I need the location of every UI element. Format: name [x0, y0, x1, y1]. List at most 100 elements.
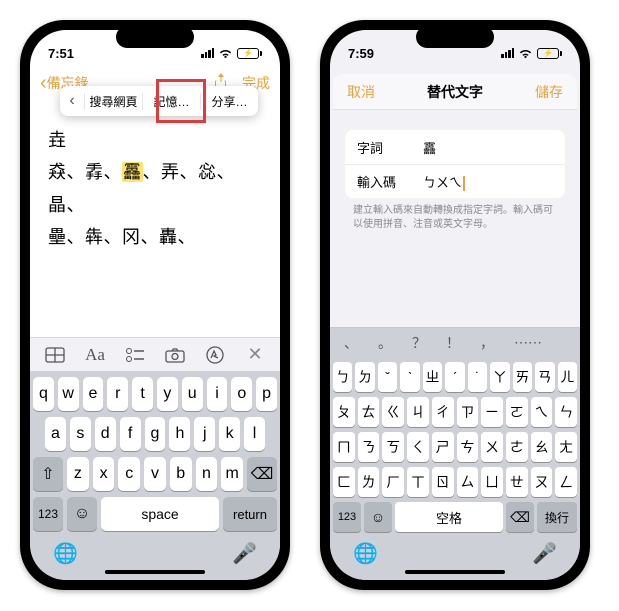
key-backspace[interactable]: ⌫: [506, 502, 534, 532]
key-f[interactable]: f: [120, 417, 141, 451]
globe-icon[interactable]: 🌐: [53, 541, 78, 566]
key-d[interactable]: d: [95, 417, 116, 451]
key-k[interactable]: k: [219, 417, 240, 451]
key-q[interactable]: q: [33, 377, 54, 411]
key-s[interactable]: s: [70, 417, 91, 451]
candidate-2[interactable]: ？: [412, 333, 426, 353]
zkey[interactable]: ㄍ: [382, 397, 404, 427]
key-r[interactable]: r: [107, 377, 128, 411]
key-backspace[interactable]: ⌫: [247, 457, 277, 491]
markup-icon[interactable]: [200, 345, 230, 365]
key-return[interactable]: return: [223, 497, 277, 531]
text-format-button[interactable]: Aa: [80, 345, 110, 365]
key-m[interactable]: m: [221, 457, 243, 491]
key-n[interactable]: n: [196, 457, 218, 491]
key-l[interactable]: l: [244, 417, 265, 451]
zkey[interactable]: ㄖ: [432, 467, 454, 497]
key-b[interactable]: b: [170, 457, 192, 491]
zkey[interactable]: ㄗ: [457, 397, 479, 427]
zkey[interactable]: ˙: [468, 362, 487, 392]
context-share[interactable]: 分享…: [200, 93, 258, 110]
zkey[interactable]: ㄆ: [333, 397, 355, 427]
zkey[interactable]: ㄟ: [531, 397, 553, 427]
zkey[interactable]: ㄓ: [423, 362, 442, 392]
key-123[interactable]: 123: [333, 502, 361, 532]
table-icon[interactable]: [40, 345, 70, 365]
key-h[interactable]: h: [169, 417, 190, 451]
zkey[interactable]: ㄨ: [481, 432, 503, 462]
candidate-4[interactable]: ，: [480, 333, 494, 353]
zkey[interactable]: ㄤ: [555, 432, 577, 462]
zkey[interactable]: ㄔ: [432, 397, 454, 427]
candidate-0[interactable]: 、: [344, 333, 358, 353]
zkey[interactable]: ㄡ: [531, 467, 553, 497]
zkey[interactable]: ㄐ: [407, 397, 429, 427]
zkey[interactable]: ㄧ: [481, 397, 503, 427]
key-c[interactable]: c: [118, 457, 140, 491]
key-p[interactable]: p: [256, 377, 277, 411]
zkey[interactable]: ˇ: [378, 362, 397, 392]
key-e[interactable]: e: [83, 377, 104, 411]
zkey[interactable]: ㄑ: [407, 432, 429, 462]
zkey[interactable]: ㄎ: [382, 432, 404, 462]
zkey[interactable]: ㄢ: [535, 362, 554, 392]
zkey[interactable]: ˋ: [400, 362, 419, 392]
zkey[interactable]: ㄇ: [333, 432, 355, 462]
zkey[interactable]: ㄙ: [457, 467, 479, 497]
context-back[interactable]: ‹: [60, 92, 84, 110]
key-y[interactable]: y: [157, 377, 178, 411]
key-o[interactable]: o: [231, 377, 252, 411]
zkey[interactable]: ㄣ: [555, 397, 577, 427]
zkey[interactable]: ㄥ: [555, 467, 577, 497]
zkey[interactable]: ㄦ: [558, 362, 577, 392]
key-j[interactable]: j: [194, 417, 215, 451]
home-indicator[interactable]: [405, 570, 505, 574]
zkey[interactable]: ㄛ: [506, 397, 528, 427]
zkey[interactable]: ㄅ: [333, 362, 352, 392]
key-u[interactable]: u: [182, 377, 203, 411]
mic-icon[interactable]: 🎤: [532, 541, 557, 566]
key-w[interactable]: w: [58, 377, 79, 411]
zkey[interactable]: ㄩ: [481, 467, 503, 497]
mic-icon[interactable]: 🎤: [232, 541, 257, 566]
zkey[interactable]: ˊ: [445, 362, 464, 392]
key-123[interactable]: 123: [33, 497, 63, 531]
note-body[interactable]: 垚 猋、掱、靐、弄、惢、晶、 壘、犇、冈、轟、: [30, 98, 280, 337]
key-shift[interactable]: ⇧: [33, 457, 63, 491]
zkey[interactable]: ㄈ: [333, 467, 355, 497]
key-a[interactable]: a: [45, 417, 66, 451]
context-search-web[interactable]: 搜尋網頁: [84, 93, 142, 110]
zkey[interactable]: ㄉ: [355, 362, 374, 392]
zkey[interactable]: ㄠ: [531, 432, 553, 462]
candidate-5[interactable]: ⋯⋯: [514, 334, 542, 351]
zkey[interactable]: ㄕ: [432, 432, 454, 462]
home-indicator[interactable]: [105, 570, 205, 574]
field-code[interactable]: 輸入碼 ㄅㄨㄟ: [345, 164, 565, 198]
candidate-1[interactable]: 。: [378, 333, 392, 353]
key-emoji[interactable]: ☺: [67, 497, 97, 531]
save-button[interactable]: 儲存: [535, 82, 563, 102]
key-emoji[interactable]: ☺: [364, 502, 392, 532]
globe-icon[interactable]: 🌐: [353, 541, 378, 566]
camera-icon[interactable]: [160, 345, 190, 365]
close-toolbar-button[interactable]: ✕: [240, 344, 270, 365]
cancel-button[interactable]: 取消: [347, 82, 375, 102]
zkey[interactable]: ㄜ: [506, 432, 528, 462]
zkey[interactable]: ㄋ: [358, 432, 380, 462]
key-i[interactable]: i: [207, 377, 228, 411]
context-remember[interactable]: 記憶…: [142, 93, 200, 110]
zkey[interactable]: ㄚ: [490, 362, 509, 392]
candidate-3[interactable]: ！: [446, 333, 460, 353]
zkey[interactable]: ㄒ: [407, 467, 429, 497]
key-t[interactable]: t: [132, 377, 153, 411]
key-x[interactable]: x: [93, 457, 115, 491]
checklist-icon[interactable]: [120, 345, 150, 365]
zkey[interactable]: ㄏ: [382, 467, 404, 497]
key-space[interactable]: space: [101, 497, 219, 531]
key-z[interactable]: z: [67, 457, 89, 491]
field-phrase[interactable]: 字詞 靐: [345, 130, 565, 164]
zkey[interactable]: ㄊ: [358, 397, 380, 427]
zkey[interactable]: ㄘ: [457, 432, 479, 462]
key-v[interactable]: v: [144, 457, 166, 491]
zkey[interactable]: ㄌ: [358, 467, 380, 497]
